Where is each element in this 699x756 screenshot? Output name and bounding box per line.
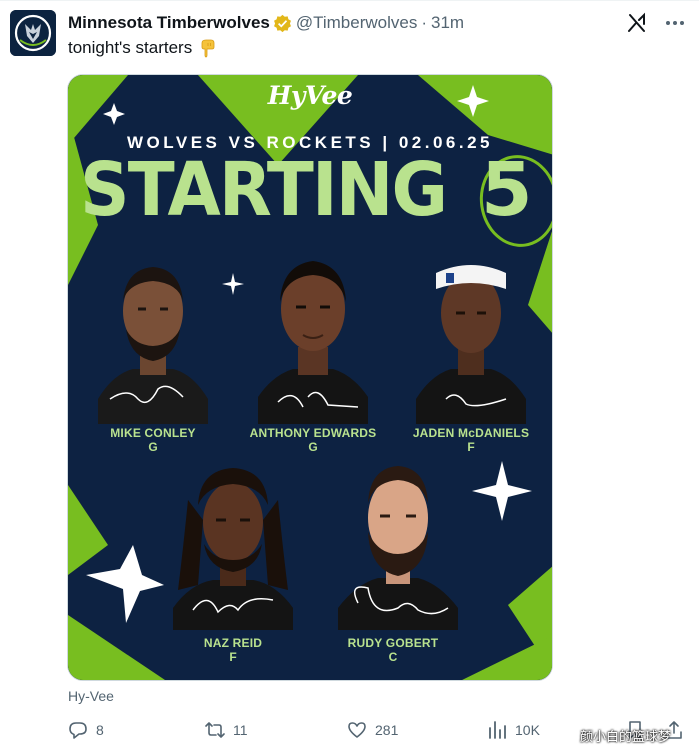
reply-count: 8 [96,722,104,738]
starting-number: 5 [481,147,533,233]
player-portrait-gobert [338,458,458,630]
reply-button[interactable]: 8 [68,720,104,740]
player-name: MIKE CONLEY [110,426,196,440]
more-options-icon[interactable] [664,12,686,34]
like-button[interactable]: 281 [347,720,398,740]
separator-dot: · [421,13,428,32]
player-name: JADEN McDANIELS [412,426,530,440]
tweet-text: tonight's starters [68,38,218,58]
media-caption: Hy-Vee [68,688,114,704]
repost-count: 11 [233,722,248,738]
views-icon [489,721,506,739]
grok-icon[interactable] [626,12,648,34]
player-portrait-reid [168,460,298,630]
player-position: G [148,440,158,454]
player-position: F [467,440,475,454]
player-name: NAZ REID [203,636,263,650]
tweet-body: tonight's starters [68,38,193,57]
display-name[interactable]: Minnesota Timberwolves [68,13,270,33]
top-divider [0,0,699,1]
avatar[interactable] [10,10,56,56]
pointing-down-emoji-icon [198,38,218,58]
timberwolves-logo-icon [10,10,56,56]
watermark: 颜小白的篮球梦 [580,730,672,745]
views-count: 10K [515,722,540,738]
sponsor-logo: HyVee [267,81,353,110]
reply-icon [69,722,87,739]
starting-five-graphic[interactable]: HyVee WOLVES VS ROCKETS | 02.06.25 START… [67,74,553,681]
player-portrait-edwards [258,247,368,424]
heart-icon [348,722,366,738]
timestamp[interactable]: 31m [431,13,464,33]
player-portrait-conley [98,249,208,424]
starting-title: STARTING [80,147,448,233]
player-name: RUDY GOBERT [347,636,439,650]
player-position: F [229,650,237,664]
tweet-header: Minnesota Timberwolves @Timberwolves · 3… [68,12,464,34]
repost-button[interactable]: 11 [205,720,248,740]
player-name: ANTHONY EDWARDS [249,426,377,440]
repost-icon [205,722,225,738]
verified-badge-icon [273,14,292,33]
like-count: 281 [375,722,399,738]
handle[interactable]: @Timberwolves [296,13,417,33]
views-button[interactable]: 10K [487,720,540,740]
player-position: C [388,650,398,664]
player-portrait-mcdaniels [416,249,526,424]
player-position: G [308,440,318,454]
